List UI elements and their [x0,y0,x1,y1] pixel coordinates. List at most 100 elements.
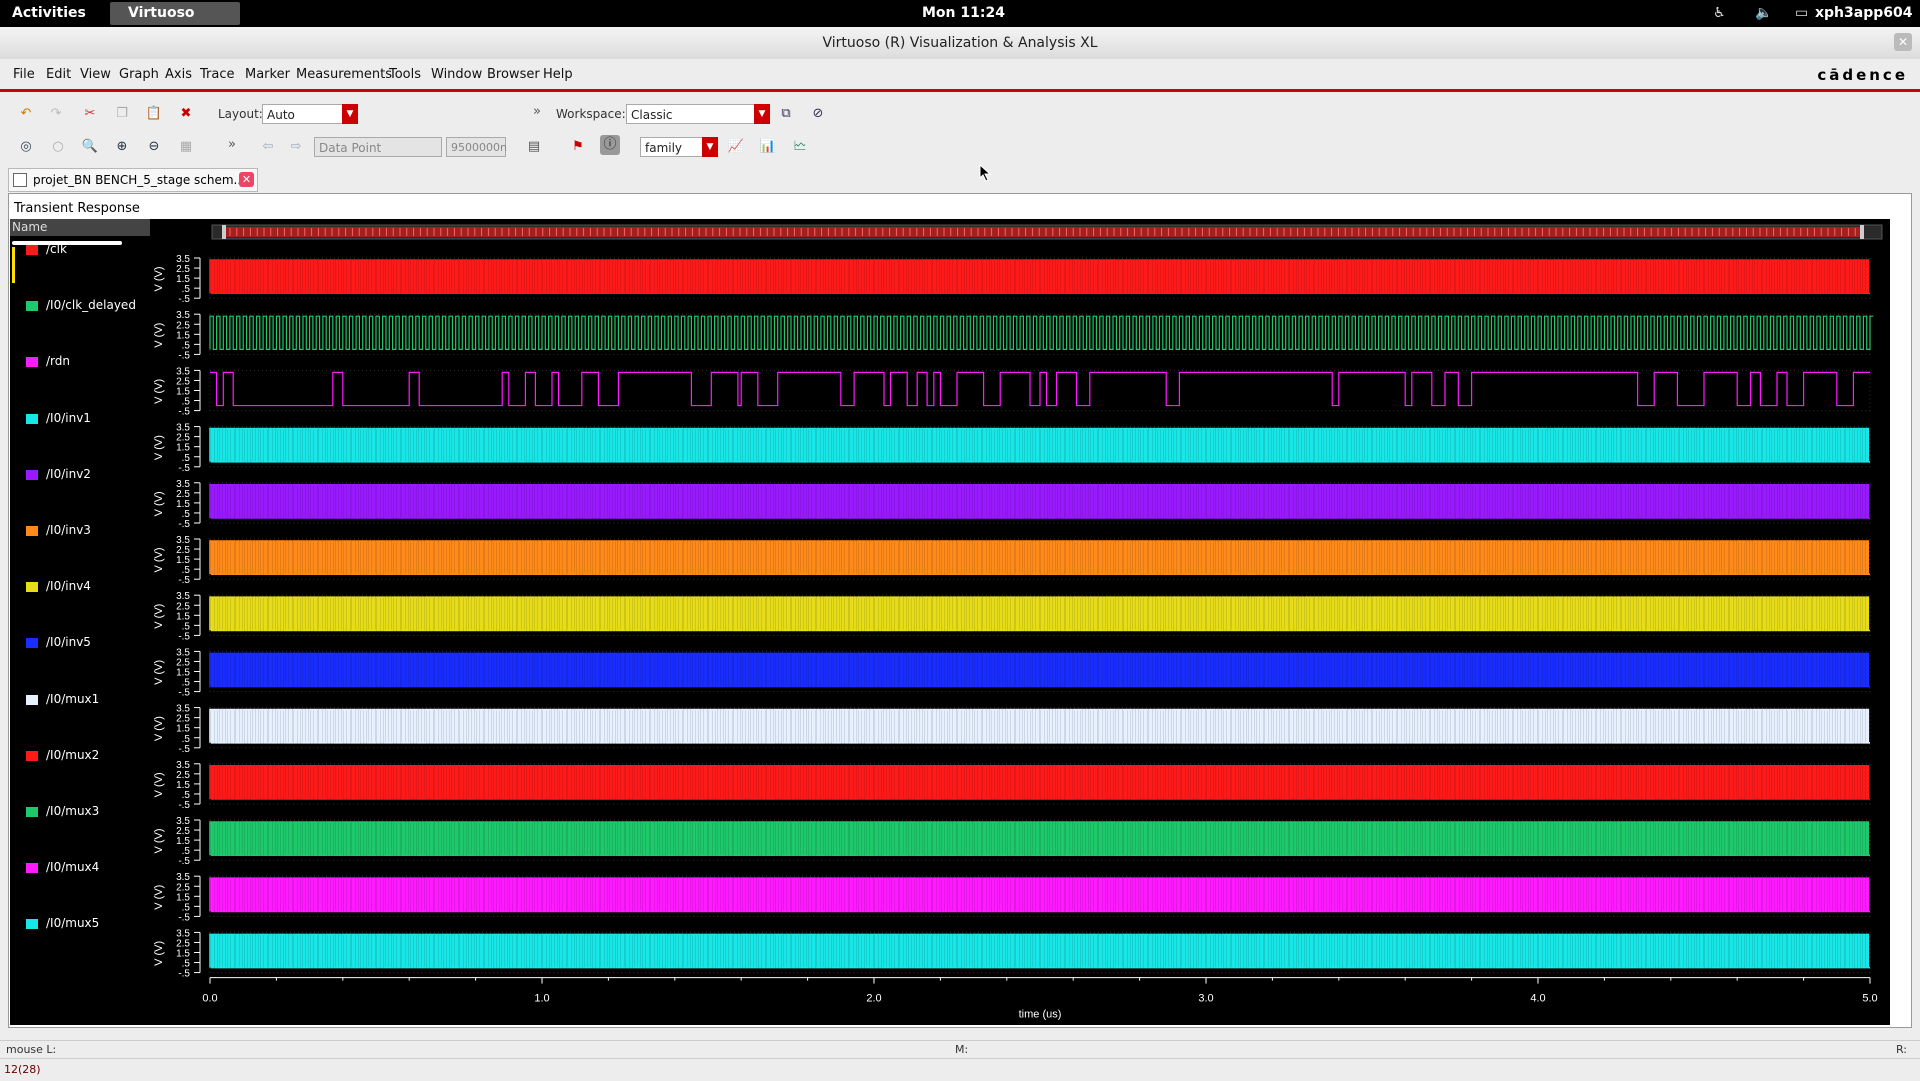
y-axis-label: V (V) [153,491,165,516]
legend-swatch [26,357,38,368]
y-tick-label: -.5 [178,575,190,586]
mouse-left-status: mouse L: [6,1043,57,1056]
waveform-trace [209,596,1870,632]
layout-select[interactable]: Auto ▼ [262,104,358,124]
selected-trace-indicator [12,247,15,283]
x-tick-label: 1.0 [534,993,549,1005]
y-tick-label: -.5 [178,912,190,923]
y-tick-label: -.5 [178,631,190,642]
user-menu[interactable]: xph3app604 [1815,5,1912,21]
legend-swatch [26,638,38,649]
legend-label: /I0/inv1 [46,410,91,425]
value-field[interactable]: 9500000n [446,137,507,157]
app-menu-button[interactable]: Virtuoso [110,2,240,25]
waveform-trace [209,821,1870,856]
menu-measurements[interactable]: Measurements [296,67,392,82]
delete-icon[interactable]: ✖ [176,104,196,124]
menu-file[interactable]: File [13,67,35,82]
menu-browser[interactable]: Browser [487,67,540,82]
chart-icon[interactable]: 📈 [726,137,746,157]
zoom-icon[interactable]: 🔍 [80,137,100,157]
plot-title: Transient Response [14,201,140,216]
x-tick-label: 3.0 [1198,993,1213,1005]
overflow-chevron-icon[interactable]: » [222,135,242,155]
x-tick-label: 4.0 [1530,993,1545,1005]
cadence-logo: cādence [1817,66,1908,84]
status-bar: mouse L: M: R: [0,1040,1920,1059]
menu-view[interactable]: View [80,67,111,82]
redo-icon[interactable]: ↷ [46,104,66,124]
info-icon[interactable]: ⓘ [600,135,620,155]
previous-icon[interactable]: ⇦ [258,137,278,157]
zoom-region-icon[interactable]: ▦ [176,137,196,157]
close-tab-icon[interactable]: ✕ [239,172,254,187]
y-axis-label: V (V) [153,660,165,685]
y-axis-label: V (V) [153,547,165,572]
activities-button[interactable]: Activities [12,5,86,21]
system-top-bar: Activities Virtuoso Mon 11:24 ♿ 🔈 ▭ xph3… [0,0,1920,27]
command-line: 12(28) [0,1058,1920,1081]
plot-area[interactable]: V (V) 3.5 2.5 1.5.5 -.5 V (V) 3.5 2.5 1.5.5 -.5 V … [150,219,1890,1025]
trace-legend: /clk/I0/clk_delayed/rdn/I0/inv1/I0/inv2/… [10,219,150,1025]
y-axis-label: V (V) [153,941,165,966]
menu-edit[interactable]: Edit [46,67,71,82]
family-select[interactable]: family ▼ [640,137,718,157]
pan-icon[interactable]: ○ [48,137,68,157]
waveform-trace [209,315,1874,350]
data-point-select[interactable]: Data Point [314,137,442,157]
menu-graph[interactable]: Graph [119,67,159,82]
workspace-delete-icon[interactable]: ⊘ [808,104,828,124]
graph-toolbar: ◎ ○ 🔍 ⊕ ⊖ ▦ » ⇦ ⇨ Data Point 9500000n ▤ … [0,131,1920,163]
y-tick-label: -.5 [178,688,190,699]
waveform-trace [209,427,1870,463]
copy-icon[interactable]: ❐ [112,104,132,124]
clock[interactable]: Mon 11:24 [922,5,1005,21]
legend-label: /I0/mux1 [46,691,100,706]
y-axis-label: V (V) [153,604,165,629]
legend-scrollbar[interactable] [12,241,122,245]
main-toolbar: ↶ ↷ ✂ ❐ 📋 ✖ Layout: Auto ▼ » Workspace: C… [0,98,1920,130]
workspace-save-icon[interactable]: ⧉ [776,104,796,124]
waveform-trace [209,765,1870,800]
waveform-trace [209,652,1870,688]
workspace-select[interactable]: Classic ▼ [626,104,770,124]
legend-label: /I0/mux5 [46,916,100,931]
menu-trace[interactable]: Trace [200,67,235,82]
mouse-right-status: R: [1896,1043,1908,1056]
menu-marker[interactable]: Marker [245,67,290,82]
x-tick-label: 0.0 [202,993,217,1005]
menu-tools[interactable]: Tools [389,67,421,82]
tab-schematic[interactable]: projet_BN BENCH_5_stage schem... ✕ [8,168,258,192]
volume-icon[interactable]: 🔈 [1755,5,1772,21]
zoom-in-icon[interactable]: ⊕ [112,137,132,157]
y-axis-label: V (V) [153,828,165,853]
chevron-down-icon: ▼ [342,104,358,124]
zoom-out-icon[interactable]: ⊖ [144,137,164,157]
close-window-button[interactable]: ✕ [1894,33,1912,51]
marker-flag-icon[interactable]: ⚑ [568,137,588,157]
chart-compare-icon[interactable]: 📊 [758,137,778,157]
menu-help[interactable]: Help [543,67,573,82]
menu-window[interactable]: Window [431,67,482,82]
paste-icon[interactable]: 📋 [144,104,164,124]
y-axis-label: V (V) [153,772,165,797]
fit-icon[interactable]: ◎ [16,137,36,157]
calculator-icon[interactable]: ▤ [524,137,544,157]
menu-axis[interactable]: Axis [165,67,192,82]
chart-refresh-icon[interactable]: 🗠 [790,137,810,157]
next-icon[interactable]: ⇨ [286,137,306,157]
overflow-chevron-icon[interactable]: » [527,102,547,122]
accessibility-icon[interactable]: ♿ [1713,5,1726,21]
legend-swatch [26,469,38,480]
waveform-trace [209,933,1870,969]
legend-swatch [26,807,38,817]
waveform-trace [209,259,1870,294]
network-icon[interactable]: ▭ [1795,5,1808,21]
y-tick-label: -.5 [178,463,190,474]
legend-swatch [26,863,38,874]
waveform-chart[interactable]: V (V)3.52.51.5.5-.5V (V)3.52.51.5.5-.5V … [150,219,1890,1025]
legend-swatch [26,526,38,536]
y-tick-label: -.5 [178,407,190,418]
cut-icon[interactable]: ✂ [80,104,100,124]
undo-icon[interactable]: ↶ [16,104,36,124]
